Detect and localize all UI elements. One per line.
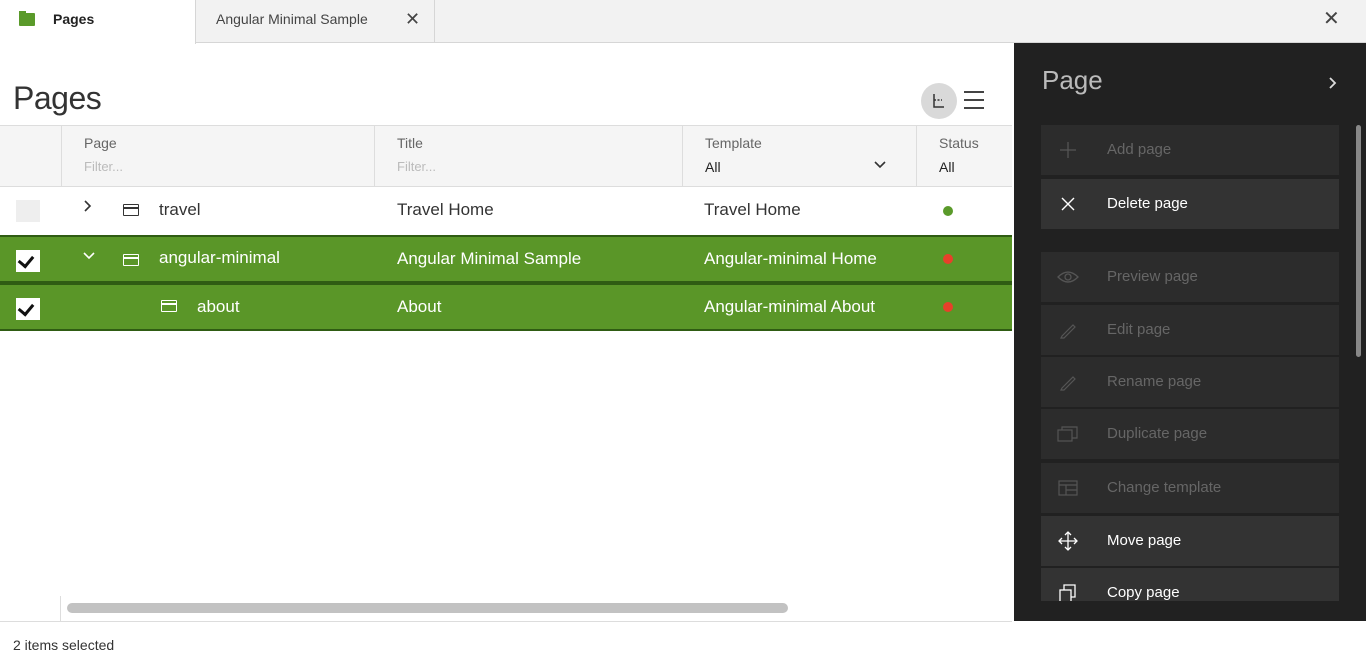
delete-page-button[interactable]: Delete page (1041, 179, 1339, 229)
close-window-icon[interactable]: ✕ (1323, 9, 1343, 29)
tab-bar: Pages Angular Minimal Sample ✕ ✕ (0, 0, 1366, 44)
copy-page-button[interactable]: Copy page (1041, 568, 1339, 601)
page-name[interactable]: travel (159, 200, 201, 220)
page-name[interactable]: angular-minimal (159, 248, 280, 268)
list-view-icon[interactable] (962, 88, 986, 112)
status-dot (943, 254, 953, 264)
eye-icon (1057, 266, 1079, 288)
move-page-button[interactable]: Move page (1041, 516, 1339, 566)
template-cell: Angular-minimal Home (704, 249, 877, 268)
change-template-button[interactable]: Change template (1041, 463, 1339, 513)
table-row[interactable]: angular-minimal Angular Minimal Sample A… (0, 235, 1012, 283)
template-filter-select[interactable]: All (705, 159, 721, 175)
template-cell: Travel Home (704, 200, 801, 219)
horizontal-scrollbar[interactable] (67, 603, 788, 613)
row-checkbox[interactable] (16, 200, 40, 222)
title-filter-input[interactable]: Filter... (397, 159, 436, 174)
chevron-down-icon[interactable] (82, 249, 96, 266)
table-header: Page Filter... Title Filter... Template … (0, 125, 1012, 187)
template-icon (1057, 477, 1079, 499)
chevron-right-icon[interactable] (1327, 75, 1339, 96)
page-title-cell: Angular Minimal Sample (397, 249, 582, 268)
tab-label: Pages (53, 11, 95, 27)
page-name[interactable]: about (197, 297, 240, 317)
column-label: Status (939, 135, 979, 151)
page-actions-panel: Page Add page Delete page Preview page E… (1014, 43, 1366, 621)
duplicate-icon (1057, 423, 1079, 445)
page-icon (123, 254, 139, 266)
rename-page-button[interactable]: Rename page (1041, 357, 1339, 407)
template-cell: Angular-minimal About (704, 297, 876, 316)
page-filter-input[interactable]: Filter... (84, 159, 123, 174)
page-title: Pages (13, 80, 102, 116)
column-label: Page (84, 135, 117, 151)
pencil-icon (1057, 371, 1079, 393)
edit-page-button[interactable]: Edit page (1041, 305, 1339, 355)
page-title-cell: About (397, 297, 442, 316)
tab-pages[interactable]: Pages (0, 0, 196, 44)
column-title: Title Filter... (374, 126, 682, 187)
chevron-right-icon[interactable] (82, 199, 94, 217)
table-row[interactable]: about About Angular-minimal About (0, 283, 1012, 331)
status-dot (943, 302, 953, 312)
plus-icon (1057, 139, 1079, 161)
tab-label: Angular Minimal Sample (216, 11, 368, 27)
copy-icon (1057, 582, 1079, 601)
tab-angular-minimal-sample[interactable]: Angular Minimal Sample ✕ (196, 0, 435, 43)
table-row[interactable]: travel Travel Home Travel Home (0, 187, 1012, 235)
page-title-cell: Travel Home (397, 200, 494, 219)
pages-app: Pages Angular Minimal Sample ✕ ✕ Pages P… (0, 0, 1366, 666)
status-dot (943, 206, 953, 216)
column-page: Page Filter... (61, 126, 375, 187)
duplicate-page-button[interactable]: Duplicate page (1041, 409, 1339, 459)
row-checkbox[interactable] (16, 250, 40, 272)
folder-icon (19, 11, 35, 26)
page-icon (161, 300, 177, 312)
move-icon (1057, 530, 1079, 552)
close-tab-icon[interactable]: ✕ (405, 10, 421, 28)
panel-scrollbar[interactable] (1356, 125, 1361, 357)
status-filter-select[interactable]: All (939, 159, 955, 175)
row-checkbox[interactable] (16, 298, 40, 320)
column-status: Status All (916, 126, 1012, 187)
preview-page-button[interactable]: Preview page (1041, 252, 1339, 302)
tree-view-icon (933, 94, 944, 108)
add-page-button[interactable]: Add page (1041, 125, 1339, 175)
tree-view-toggle[interactable] (921, 83, 957, 119)
pencil-icon (1057, 319, 1079, 341)
selection-status: 2 items selected (13, 637, 115, 653)
page-icon (123, 204, 139, 216)
close-icon (1057, 193, 1079, 215)
panel-title: Page (1042, 65, 1103, 95)
chevron-down-icon[interactable] (873, 158, 889, 174)
column-label: Title (397, 135, 423, 151)
column-label: Template (705, 135, 762, 151)
column-template: Template All (682, 126, 916, 187)
